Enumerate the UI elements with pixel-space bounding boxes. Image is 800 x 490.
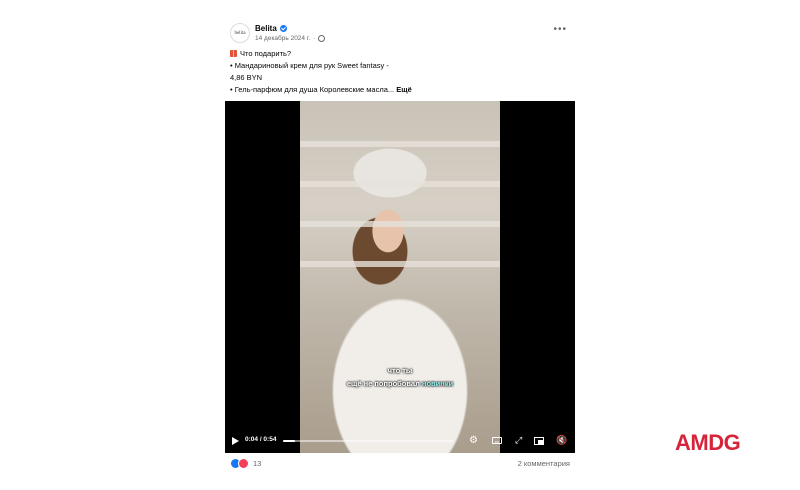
gear-icon[interactable]: ⚙ [469,435,478,446]
play-icon[interactable] [232,437,239,445]
picture-in-picture-icon[interactable] [534,437,544,445]
post-text-line: • Мандариновый крем для рук Sweet fantas… [230,61,389,70]
shelf [300,221,500,227]
video-player[interactable]: что ты ещё не попробовал новинки 0:04 / … [225,101,575,453]
post-text-line: Что подарить? [240,49,292,58]
shelf [300,261,500,267]
progress-bar[interactable] [283,440,453,442]
gift-icon [230,50,237,57]
author-name[interactable]: Belita [255,24,277,33]
facebook-post: belita Belita 14 декабрь 2024 г. · ••• Ч… [225,18,575,469]
shelf [300,141,500,147]
post-meta: 14 декабрь 2024 г. · [255,35,326,42]
brand-logo: AMDG [675,430,741,455]
ellipsis-icon[interactable]: ••• [553,24,567,35]
post-text-line: • Гель-парфюм для душа Королевские масла… [230,85,395,94]
post-header: belita Belita 14 декабрь 2024 г. · ••• [225,18,575,48]
reaction-count: 13 [253,459,262,468]
verified-badge-icon [279,25,287,32]
video-controls: 0:04 / 0:54 ⚙ cc ⤢ 🔇 [225,429,575,453]
see-more-link[interactable]: Ещё [396,85,412,94]
fullscreen-icon[interactable]: ⤢ [515,435,522,446]
captions-icon[interactable]: cc [492,437,502,444]
reactions[interactable]: 13 [230,458,261,469]
progress-fill [283,440,295,442]
subtitle-line: что ты [387,366,413,375]
subtitle-line: ещё не попробовал новинки [346,379,454,388]
post-date[interactable]: 14 декабрь 2024 г. [255,35,310,42]
love-reaction-icon [238,458,249,469]
post-text-line: 4,86 BYN [230,73,263,82]
post-text: Что подарить? • Мандариновый крем для ру… [230,48,560,96]
mute-icon[interactable]: 🔇 [556,435,567,446]
shelf [300,181,500,187]
avatar[interactable]: belita [230,23,250,43]
post-footer: 13 2 комментария [225,456,575,470]
comments-link[interactable]: 2 комментария [518,459,570,468]
globe-icon [318,35,326,42]
video-frame[interactable] [300,101,500,453]
video-time: 0:04 / 0:54 [245,436,277,443]
author-row: Belita [255,24,287,33]
